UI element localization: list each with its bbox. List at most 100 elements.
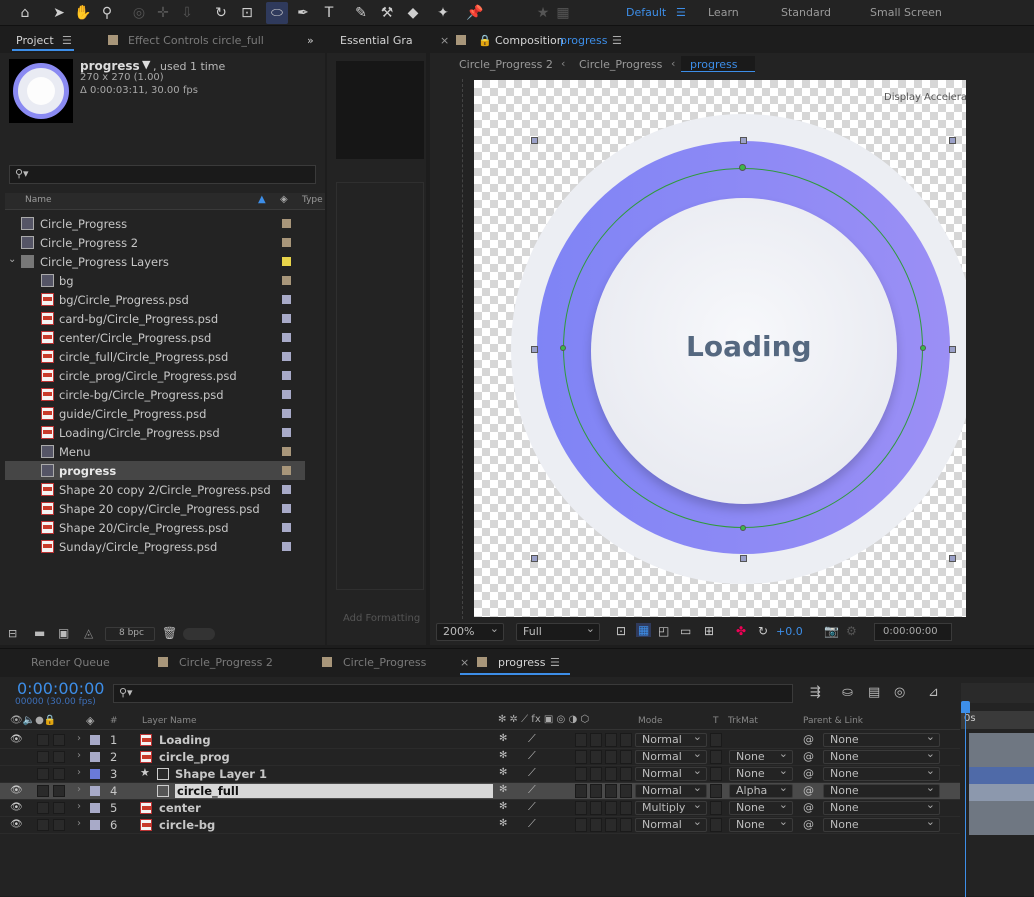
layer-switch-box[interactable] bbox=[575, 733, 587, 747]
expand-layer-icon[interactable]: › bbox=[77, 750, 81, 761]
audio-switch[interactable] bbox=[37, 734, 49, 746]
timeline-search-input[interactable]: ⚲▾ bbox=[113, 684, 793, 703]
label-color-swatch[interactable] bbox=[282, 257, 291, 266]
project-item[interactable]: card-bg/Circle_Progress.psd bbox=[5, 309, 305, 328]
project-item[interactable]: Loading/Circle_Progress.psd bbox=[5, 423, 305, 442]
layer-switch-box[interactable] bbox=[605, 801, 617, 815]
layer-switch-box[interactable] bbox=[605, 733, 617, 747]
preserve-transparency-box[interactable] bbox=[710, 801, 722, 815]
zoom-slider[interactable] bbox=[183, 628, 215, 640]
label-color-swatch[interactable] bbox=[282, 504, 291, 513]
transform-handle[interactable] bbox=[949, 137, 956, 144]
lock-switch[interactable] bbox=[53, 785, 65, 797]
layer-switch-box[interactable] bbox=[590, 733, 602, 747]
label-tag-icon[interactable]: ◈ bbox=[86, 714, 94, 727]
trkmat-dropdown[interactable]: None bbox=[729, 765, 793, 781]
layer-name[interactable]: circle-bg bbox=[159, 818, 215, 832]
expand-layer-icon[interactable]: › bbox=[77, 784, 81, 795]
layer-switch-box[interactable] bbox=[605, 750, 617, 764]
project-item[interactable]: Shape 20 copy 2/Circle_Progress.psd bbox=[5, 480, 305, 499]
visibility-eye-icon[interactable] bbox=[10, 768, 20, 778]
col-type[interactable]: Type bbox=[302, 195, 323, 205]
transform-handle[interactable] bbox=[531, 555, 538, 562]
breadcrumb-item[interactable]: Circle_Progress bbox=[579, 58, 662, 71]
snapping-icon[interactable]: ▦ bbox=[552, 2, 574, 24]
project-item[interactable]: Shape 20 copy/Circle_Progress.psd bbox=[5, 499, 305, 518]
zoom-dropdown[interactable]: 200% bbox=[436, 621, 504, 641]
quality-switch-icon[interactable]: ⟋ bbox=[528, 749, 536, 763]
layer-switch-box[interactable] bbox=[575, 767, 587, 781]
show-snapshot-icon[interactable]: ⚙ bbox=[846, 624, 857, 638]
transform-handle[interactable] bbox=[740, 555, 747, 562]
lock-switch[interactable] bbox=[53, 802, 65, 814]
folder-toggle-icon[interactable]: ⌄ bbox=[8, 254, 16, 265]
motion-blur-icon[interactable]: ◎ bbox=[894, 685, 905, 700]
reset-exposure-icon[interactable]: ↻ bbox=[758, 624, 768, 638]
layer-row[interactable]: 👁 › 6 circle-bg ✻ ⟋ Normal None @ None bbox=[0, 816, 960, 834]
transform-handle[interactable] bbox=[949, 346, 956, 353]
visibility-eye-icon[interactable]: 👁 bbox=[10, 802, 23, 813]
pickwhip-icon[interactable]: @ bbox=[803, 767, 814, 780]
playhead-handle[interactable] bbox=[961, 701, 970, 713]
project-item[interactable]: circle_full/Circle_Progress.psd bbox=[5, 347, 305, 366]
dolly-tool-icon[interactable]: ⇩ bbox=[176, 2, 198, 24]
workspace-standard[interactable]: Standard bbox=[781, 6, 831, 19]
bpc-button[interactable]: 8 bpc bbox=[105, 627, 155, 641]
eraser-tool-icon[interactable]: ◆ bbox=[402, 2, 424, 24]
parent-dropdown[interactable]: None bbox=[823, 748, 940, 764]
comp-tab-label[interactable]: Composition bbox=[495, 34, 564, 47]
layer-row[interactable]: 👁 › 4 circle_full ✻ ⟋ Normal Alpha @ None bbox=[0, 782, 960, 800]
pen-tool-icon[interactable]: ✒ bbox=[292, 2, 314, 24]
tab-effect-controls[interactable]: Effect Controls circle_full bbox=[128, 34, 264, 47]
layer-name[interactable]: Shape Layer 1 bbox=[175, 767, 267, 781]
project-item[interactable]: guide/Circle_Progress.psd bbox=[5, 404, 305, 423]
draft-3d-icon[interactable]: ⛀ bbox=[842, 685, 853, 700]
path-vertex-right[interactable] bbox=[920, 345, 926, 351]
expand-layer-icon[interactable]: › bbox=[77, 733, 81, 744]
comp-viewer-canvas[interactable]: Loading Display Acceleration Disabled bbox=[474, 80, 966, 617]
item-dropdown-icon[interactable]: ▼ bbox=[142, 58, 150, 71]
layer-switch-box[interactable] bbox=[605, 767, 617, 781]
ellipse-tool-icon[interactable]: ⬭ bbox=[266, 2, 288, 24]
preserve-transparency-box[interactable] bbox=[710, 767, 722, 781]
expand-layer-icon[interactable]: › bbox=[77, 801, 81, 812]
project-item[interactable]: Menu bbox=[5, 442, 305, 461]
layer-name[interactable]: circle_prog bbox=[159, 750, 230, 764]
layer-switch-box[interactable] bbox=[575, 750, 587, 764]
exposure-value[interactable]: +0.0 bbox=[776, 625, 803, 638]
visibility-eye-icon[interactable] bbox=[10, 751, 20, 761]
quality-switch-icon[interactable]: ⟋ bbox=[528, 800, 536, 814]
current-timecode[interactable]: 0:00:00:00 bbox=[17, 679, 104, 698]
label-color-swatch[interactable] bbox=[282, 314, 291, 323]
layer-duration-bar[interactable] bbox=[969, 767, 1034, 784]
quality-switch-icon[interactable]: ⟋ bbox=[528, 783, 536, 797]
layer-row[interactable]: › 2 circle_prog ✻ ⟋ Normal None @ None bbox=[0, 748, 960, 766]
mode-dropdown[interactable]: Normal bbox=[635, 782, 707, 798]
layer-switch-box[interactable] bbox=[590, 801, 602, 815]
workspace-learn[interactable]: Learn bbox=[708, 6, 739, 19]
layer-duration-bar[interactable] bbox=[969, 818, 1034, 835]
layer-switch-box[interactable] bbox=[590, 818, 602, 832]
transform-handle[interactable] bbox=[531, 346, 538, 353]
hand-tool-icon[interactable]: ✋ bbox=[72, 2, 94, 24]
grid-guide-icon[interactable]: ⊞ bbox=[704, 624, 714, 638]
layer-switch-box[interactable] bbox=[575, 801, 587, 815]
type-tool-icon[interactable]: T bbox=[318, 2, 340, 24]
visibility-eye-icon[interactable]: 👁 bbox=[10, 734, 23, 745]
layer-duration-bar[interactable] bbox=[969, 750, 1034, 767]
label-color-swatch[interactable] bbox=[282, 466, 291, 475]
star-icon[interactable]: ★ bbox=[532, 2, 554, 24]
comp-tab-name[interactable]: progress bbox=[560, 34, 608, 47]
timeline-menu-icon[interactable]: ☰ bbox=[550, 656, 560, 669]
layer-switch-box[interactable] bbox=[575, 784, 587, 798]
workspace-small-screen[interactable]: Small Screen bbox=[870, 6, 942, 19]
col-parent[interactable]: Parent & Link bbox=[803, 716, 863, 726]
project-item[interactable]: Shape 20/Circle_Progress.psd bbox=[5, 518, 305, 537]
graph-editor-icon[interactable]: ⊿ bbox=[928, 685, 939, 700]
project-item[interactable]: progress bbox=[5, 461, 305, 480]
workspace-menu-icon[interactable]: ☰ bbox=[676, 6, 686, 19]
delete-icon[interactable]: 🗑 bbox=[162, 626, 177, 640]
audio-switch[interactable] bbox=[37, 768, 49, 780]
close-tab-icon[interactable]: × bbox=[440, 34, 449, 47]
breadcrumb-item[interactable]: Circle_Progress 2 bbox=[459, 58, 553, 71]
